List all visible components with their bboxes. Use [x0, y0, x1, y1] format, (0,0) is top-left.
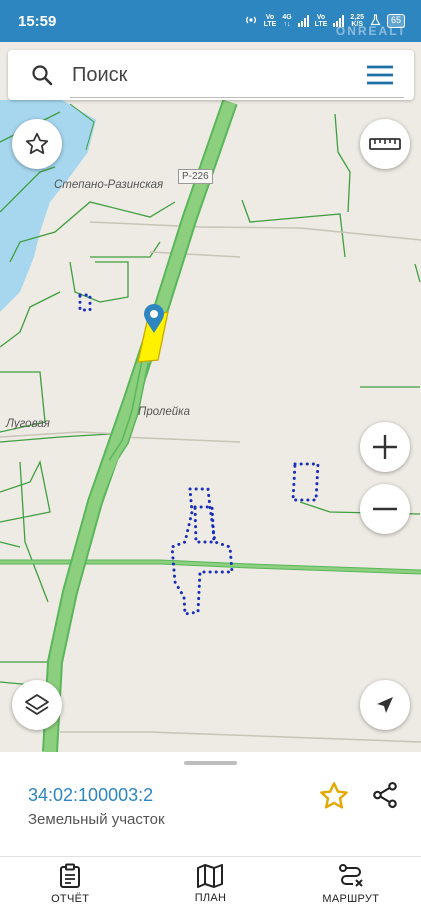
plus-icon [373, 435, 397, 459]
minus-icon [373, 507, 397, 511]
star-outline-icon [25, 132, 49, 155]
signal-icon-1 [297, 15, 309, 27]
nav-plan[interactable]: ПЛАН [140, 857, 280, 910]
layers-button[interactable] [12, 680, 62, 730]
nav-report[interactable]: ОТЧЁТ [0, 857, 140, 910]
layers-icon [25, 694, 49, 715]
watermark: ONREALT [335, 24, 407, 38]
search-icon [32, 65, 53, 86]
ruler-button[interactable] [360, 119, 410, 169]
feature-info-sheet[interactable]: 34:02:100003:2 Земельный участок [0, 752, 421, 856]
road-number-sign: Р-226 [178, 169, 213, 184]
minor-roads [0, 221, 421, 743]
nav-report-label: ОТЧЁТ [51, 892, 90, 905]
favorite-button[interactable] [318, 780, 350, 817]
status-bar: 15:59 Vo LTE 4G ↑↓ Vo LTE 2,25 K/S 65 ONREAL… [0, 0, 421, 42]
cadastral-number: 34:02:100003:2 [28, 785, 154, 805]
route-icon [338, 863, 363, 887]
menu-icon[interactable] [366, 64, 394, 86]
navigation-arrow-icon [377, 697, 393, 713]
favorites-map-button[interactable] [12, 119, 62, 169]
clipboard-icon [60, 863, 81, 888]
share-button[interactable] [370, 780, 400, 815]
map-canvas [0, 99, 421, 752]
zoom-in-button[interactable] [360, 422, 410, 472]
network-4g-badge: 4G ↑↓ [282, 14, 292, 28]
zoom-out-button[interactable] [360, 484, 410, 534]
star-icon [320, 782, 348, 809]
nav-route[interactable]: МАРШРУТ [281, 857, 421, 910]
volte-badge-2: Vo LTE [314, 14, 328, 28]
hotspot-icon [244, 14, 258, 29]
highway-r226 [42, 99, 238, 752]
search-underline [70, 97, 404, 98]
search-bar[interactable]: Поиск [8, 50, 414, 100]
map-icon [197, 863, 224, 888]
village-label-stepano: Степано-Разинская [54, 179, 164, 191]
map-view[interactable]: Степано-Разинская Р-226 Пролейка Луговая [0, 42, 421, 752]
bottom-navigation: ОТЧЁТ ПЛАН МАРШРУТ [0, 856, 421, 910]
sheet-drag-handle[interactable] [184, 761, 237, 765]
volte-badge-1: Vo LTE [263, 14, 277, 28]
location-pin-icon[interactable] [143, 304, 165, 339]
share-icon [373, 781, 397, 809]
nav-route-label: МАРШРУТ [322, 892, 380, 905]
village-label-proleyka: Пролейка [138, 406, 190, 418]
nav-plan-label: ПЛАН [194, 891, 227, 904]
status-time: 15:59 [18, 12, 57, 30]
my-location-button[interactable] [360, 680, 410, 730]
feature-type: Земельный участок [28, 811, 165, 828]
search-input[interactable]: Поиск [72, 64, 366, 87]
ruler-icon [369, 138, 401, 150]
village-label-lugovaya: Луговая [6, 418, 50, 430]
